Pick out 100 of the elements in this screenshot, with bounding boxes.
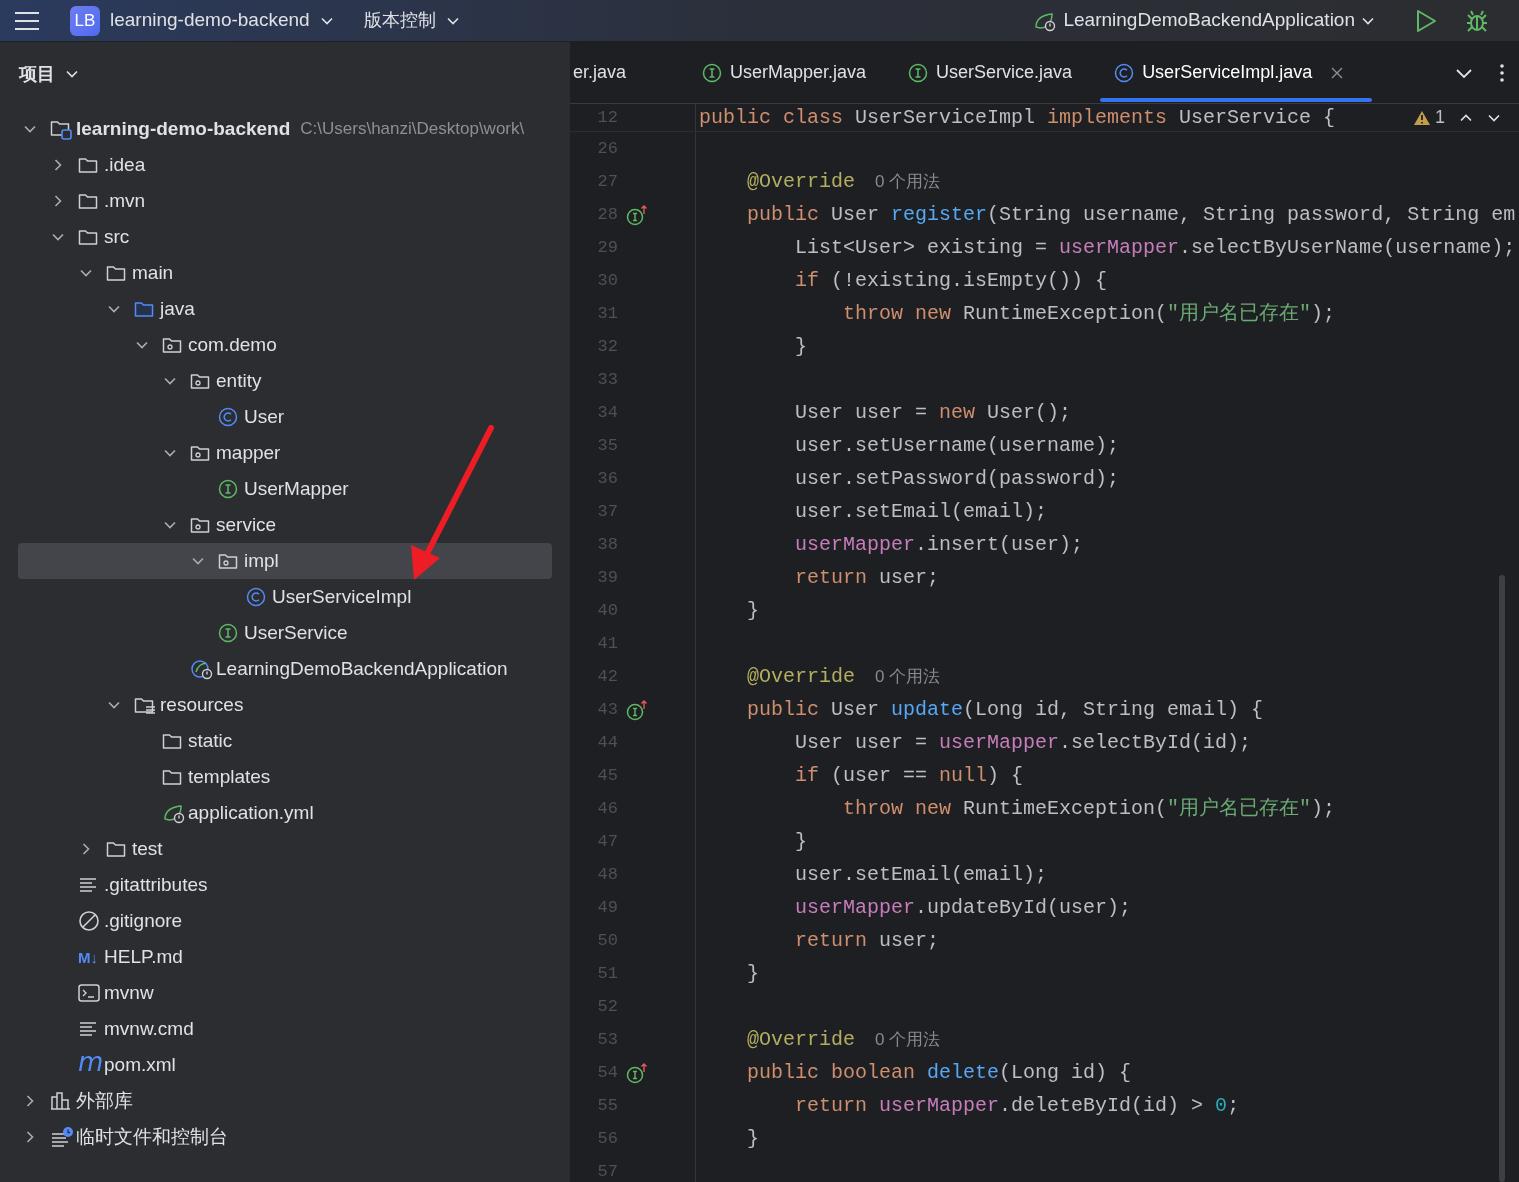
code-line: } bbox=[746, 1125, 759, 1152]
tree-item[interactable]: mapper bbox=[18, 435, 552, 471]
editor-tab[interactable]: UserMapper.java bbox=[688, 42, 895, 103]
code-line: user.setPassword(password); bbox=[794, 465, 1120, 492]
tree-item[interactable]: UserServiceImpl bbox=[18, 579, 552, 615]
terminal-icon bbox=[78, 983, 100, 1003]
class-icon bbox=[218, 407, 238, 427]
tree-item[interactable]: 外部库 bbox=[18, 1083, 552, 1119]
close-icon[interactable] bbox=[1330, 65, 1345, 80]
package-folder-icon bbox=[190, 443, 210, 463]
implements-icon[interactable] bbox=[626, 1061, 648, 1084]
code-line: @Override bbox=[746, 168, 856, 195]
tree-item[interactable]: UserService bbox=[18, 615, 552, 651]
project-view-selector[interactable]: 项目 bbox=[19, 60, 79, 88]
more-icon[interactable] bbox=[1499, 62, 1505, 83]
scrollbar-thumb[interactable] bbox=[1499, 575, 1505, 1182]
code-line: } bbox=[794, 828, 808, 855]
code-line: user.setUsername(username); bbox=[794, 432, 1120, 459]
spring-app-icon bbox=[190, 658, 214, 680]
usage-hint: 0 个用法 bbox=[875, 1028, 941, 1051]
code-line: } bbox=[746, 597, 759, 624]
tree-item[interactable]: User bbox=[18, 399, 552, 435]
tree-item[interactable]: application.yml bbox=[18, 795, 552, 831]
tree-item[interactable]: impl bbox=[18, 543, 552, 579]
bug-icon[interactable] bbox=[1465, 8, 1489, 33]
code-line: throw new RuntimeException("用户名已存在"); bbox=[842, 300, 1336, 327]
tree-item[interactable]: java bbox=[18, 291, 552, 327]
code-line: if (!existing.isEmpty()) { bbox=[794, 267, 1108, 294]
code-line: @Override bbox=[746, 1026, 856, 1053]
editor-tab[interactable]: er.java bbox=[570, 42, 688, 103]
tree-item[interactable]: mpom.xml bbox=[18, 1047, 552, 1083]
markdown-icon: M↓ bbox=[78, 949, 104, 965]
tree-item[interactable]: mvnw bbox=[18, 975, 552, 1011]
folder-icon bbox=[106, 263, 126, 283]
code-line: public User update(Long id, String email) { bbox=[746, 696, 1264, 723]
editor-tab[interactable]: UserServiceImpl.java bbox=[1100, 42, 1373, 103]
run-icon[interactable] bbox=[1415, 8, 1437, 33]
code-line: @Override bbox=[746, 663, 856, 690]
text-file-icon bbox=[78, 875, 98, 895]
tree-item[interactable]: mvnw.cmd bbox=[18, 1011, 552, 1047]
package-folder-icon bbox=[190, 371, 210, 391]
code-line: } bbox=[794, 333, 808, 360]
interface-icon bbox=[908, 62, 929, 83]
code-line: user.setEmail(email); bbox=[794, 861, 1048, 888]
implements-icon[interactable] bbox=[626, 698, 648, 721]
tree-item[interactable]: test bbox=[18, 831, 552, 867]
tree-item[interactable]: com.demo bbox=[18, 327, 552, 363]
warning-icon bbox=[1413, 109, 1431, 126]
code-line: User user = new User(); bbox=[794, 399, 1072, 426]
library-icon bbox=[50, 1091, 72, 1111]
package-folder-icon bbox=[190, 515, 210, 535]
package-folder-icon bbox=[218, 551, 238, 571]
code-line: return user; bbox=[794, 564, 940, 591]
spring-config-icon bbox=[162, 802, 186, 824]
tree-item[interactable]: entity bbox=[18, 363, 552, 399]
tree-item[interactable]: static bbox=[18, 723, 552, 759]
tree-item[interactable]: src bbox=[18, 219, 552, 255]
tree-item[interactable]: main bbox=[18, 255, 552, 291]
tree-item[interactable]: templates bbox=[18, 759, 552, 795]
tree-item[interactable]: service bbox=[18, 507, 552, 543]
menu-icon[interactable] bbox=[14, 9, 40, 32]
scratches-icon bbox=[50, 1126, 74, 1148]
vcs-menu[interactable]: 版本控制 bbox=[363, 7, 460, 34]
tree-item[interactable]: .mvn bbox=[18, 183, 552, 219]
editor-tab[interactable]: UserService.java bbox=[894, 42, 1101, 103]
tree-item[interactable]: UserMapper bbox=[18, 471, 552, 507]
project-logo: LB bbox=[70, 5, 100, 36]
usage-hint: 0 个用法 bbox=[875, 170, 941, 193]
code-line: } bbox=[746, 960, 759, 987]
implements-icon[interactable] bbox=[626, 203, 648, 226]
code-line: User user = userMapper.selectById(id); bbox=[794, 729, 1252, 756]
interface-icon bbox=[702, 62, 722, 83]
class-icon bbox=[1114, 62, 1135, 83]
interface-icon bbox=[218, 479, 238, 499]
tree-item[interactable]: .idea bbox=[18, 147, 552, 183]
tree-item[interactable]: M↓ HELP.md bbox=[18, 939, 552, 975]
folder-icon bbox=[78, 155, 98, 175]
folder-icon bbox=[162, 767, 182, 787]
code-line: user.setEmail(email); bbox=[794, 498, 1048, 525]
warnings-indicator[interactable]: 1 bbox=[1413, 104, 1445, 131]
tree-item[interactable]: 临时文件和控制台 bbox=[18, 1119, 552, 1155]
tree-item[interactable]: .gitignore bbox=[18, 903, 552, 939]
folder-icon bbox=[78, 227, 98, 247]
project-path: C:\Users\hanzi\Desktop\work\ bbox=[300, 118, 525, 141]
text-file-icon bbox=[78, 1019, 98, 1039]
package-folder-icon bbox=[162, 335, 182, 355]
tree-item[interactable]: resources bbox=[18, 687, 552, 723]
tree-item[interactable]: learning-demo-backend C:\Users\hanzi\Desktop\work\ bbox=[18, 111, 552, 147]
ignore-file-icon bbox=[78, 910, 100, 932]
project-folder-icon bbox=[50, 118, 72, 140]
tree-item[interactable]: .gitattributes bbox=[18, 867, 552, 903]
folder-icon bbox=[162, 731, 182, 751]
run-configuration-menu[interactable]: LearningDemoBackendApplication bbox=[1033, 6, 1375, 35]
class-icon bbox=[246, 587, 266, 607]
code-line: public boolean delete(Long id) { bbox=[746, 1059, 1132, 1086]
interface-icon bbox=[218, 623, 238, 643]
code-line: List<User> existing = userMapper.selectByUserName(username); bbox=[794, 234, 1516, 261]
tree-item[interactable]: LearningDemoBackendApplication bbox=[18, 651, 552, 687]
folder-icon bbox=[78, 191, 98, 211]
project-menu[interactable]: learning-demo-backend bbox=[110, 6, 334, 35]
